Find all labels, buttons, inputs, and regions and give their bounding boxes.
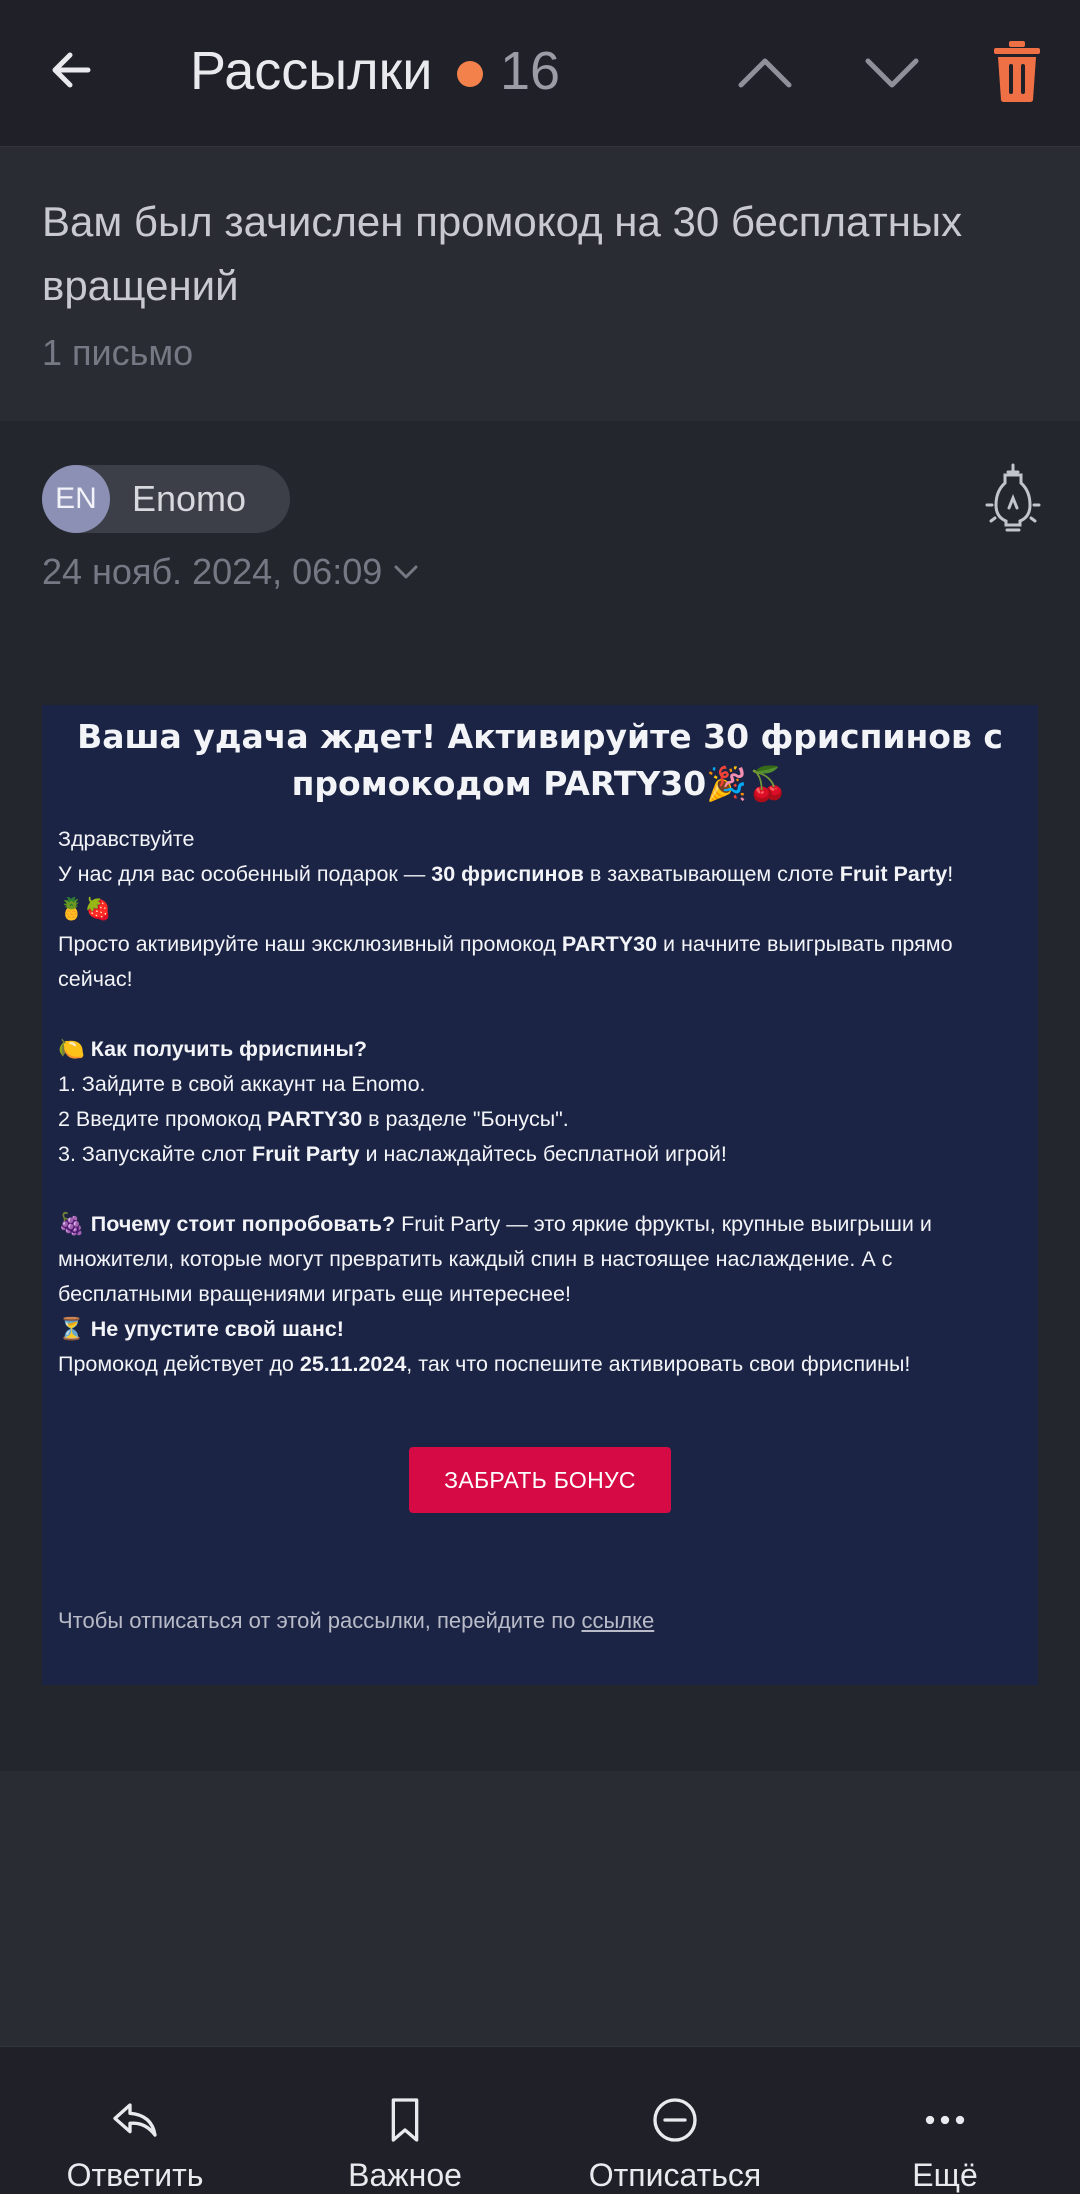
bookmark-icon (391, 2098, 419, 2142)
chance-heading: ⏳ Не упустите свой шанс! (58, 1317, 344, 1341)
previous-message-button[interactable] (735, 45, 795, 101)
unsubscribe-label: Отписаться (588, 2157, 762, 2193)
sender-chip[interactable]: EN Enomo (42, 465, 290, 533)
chevron-down-icon (394, 565, 418, 579)
top-app-bar: Рассылки 16 (0, 0, 1080, 147)
reply-label: Ответить (66, 2157, 204, 2193)
unsubscribe-button[interactable]: Отписаться (540, 2047, 810, 2194)
more-button[interactable]: Ещё (810, 2047, 1080, 2194)
step-3: 3. Запускайте слот Fruit Party и наслажд… (58, 1142, 727, 1166)
arrow-left-icon (52, 52, 91, 88)
unread-count: 16 (500, 41, 561, 101)
email-text: Здравствуйте У нас для вас особенный под… (58, 822, 1024, 1382)
back-button[interactable] (44, 40, 104, 100)
thread-subject: Вам был зачислен промокод на 30 бесплатн… (42, 198, 963, 309)
thread-message-count: 1 письмо (42, 332, 194, 373)
how-heading: 🍋 Как получить фриспины? (58, 1037, 367, 1061)
email-headline: Ваша удача ждет! Активируйте 30 фриспино… (77, 717, 1003, 803)
delete-button[interactable] (990, 38, 1044, 104)
unsubscribe-link[interactable]: ссылке (581, 1608, 654, 1633)
step-2: 2 Введите промокод PARTY30 в разделе "Бо… (58, 1107, 569, 1131)
avatar: EN (42, 465, 110, 533)
smart-features-button[interactable] (985, 463, 1041, 537)
greeting: Здравствуйте (58, 827, 195, 851)
chevron-up-icon (738, 58, 792, 88)
fruit-emoji: 🍍🍓 (58, 897, 112, 921)
thread-header: Вам был зачислен промокод на 30 бесплатн… (0, 148, 1080, 420)
message-view: EN Enomo 24 нояб. 2024, 06:09 Ваша удача… (0, 421, 1080, 1771)
trash-icon (994, 41, 1040, 102)
bottom-action-bar: Ответить Важное Отписаться Ещё (0, 2046, 1080, 2194)
folder-title: Рассылки (190, 41, 433, 101)
paragraph-gift: У нас для вас особенный подарок — 30 фри… (58, 862, 954, 886)
more-dots-icon (925, 2115, 965, 2125)
email-body: Ваша удача ждет! Активируйте 30 фриспино… (42, 705, 1038, 1685)
more-label: Ещё (912, 2157, 978, 2193)
unsubscribe-footer: Чтобы отписаться от этой рассылки, перей… (58, 1608, 655, 1633)
minus-circle-icon (653, 2098, 697, 2142)
step-1: 1. Зайдите в свой аккаунт на Enomo. (58, 1072, 426, 1096)
next-message-button[interactable] (862, 45, 922, 101)
claim-bonus-button[interactable]: ЗАБРАТЬ БОНУС (409, 1447, 671, 1513)
reply-button[interactable]: Ответить (0, 2047, 270, 2194)
unread-dot-icon (457, 61, 483, 87)
why-paragraph: 🍇 Почему стоит попробовать? Fruit Party … (58, 1212, 932, 1306)
promo-deadline: Промокод действует до 25.11.2024, так чт… (58, 1352, 911, 1376)
message-date[interactable]: 24 нояб. 2024, 06:09 (42, 551, 420, 593)
reply-icon (113, 2103, 157, 2137)
important-label: Важное (348, 2157, 462, 2193)
date-text: 24 нояб. 2024, 06:09 (42, 551, 383, 592)
lightbulb-icon (985, 463, 1041, 532)
important-button[interactable]: Важное (270, 2047, 540, 2194)
paragraph-activate: Просто активируйте наш эксклюзивный пром… (58, 932, 953, 991)
sender-name: Enomo (132, 478, 247, 519)
chevron-down-icon (865, 58, 919, 88)
